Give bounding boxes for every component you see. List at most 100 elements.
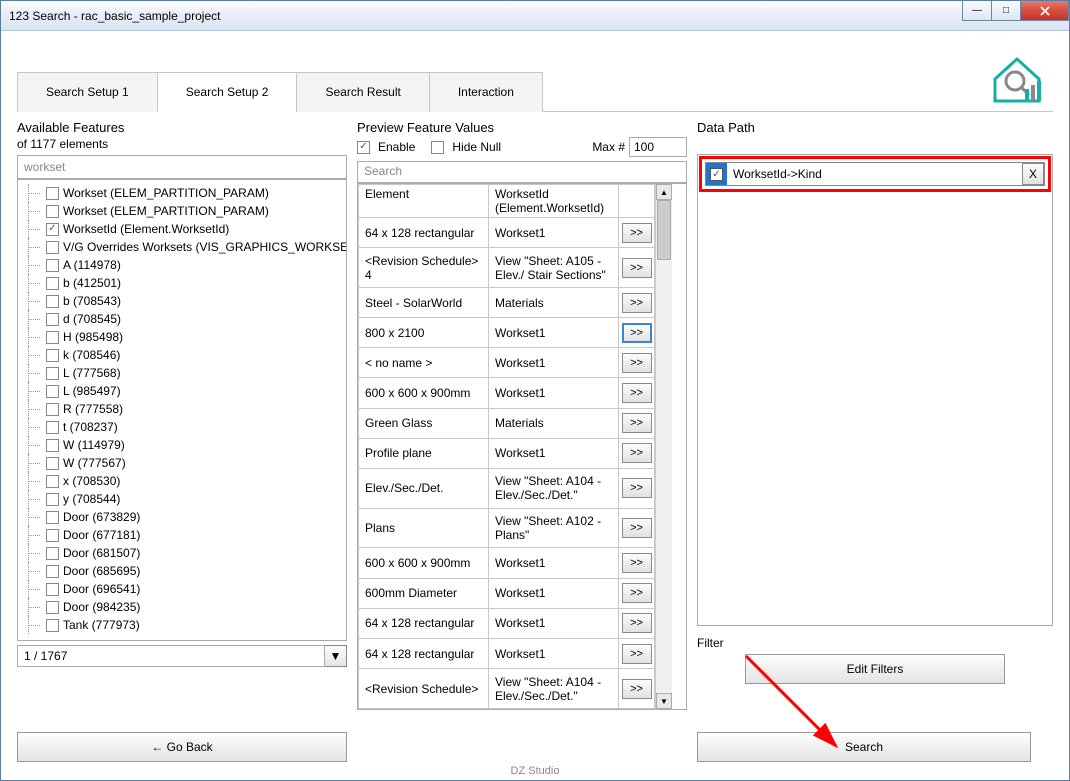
expand-button[interactable]: >>: [622, 413, 652, 433]
tree-item[interactable]: Tank (777973): [18, 616, 347, 634]
expand-button[interactable]: >>: [622, 258, 652, 278]
preview-scrollbar[interactable]: ▲ ▼: [655, 184, 672, 709]
tab-search-result[interactable]: Search Result: [296, 72, 429, 112]
tree-item[interactable]: k (708546): [18, 346, 347, 364]
expand-button[interactable]: >>: [622, 443, 652, 463]
tree-item[interactable]: b (708543): [18, 292, 347, 310]
minimize-button[interactable]: —: [962, 1, 992, 21]
tree-item[interactable]: t (708237): [18, 418, 347, 436]
expand-button[interactable]: >>: [622, 518, 652, 538]
tree-item[interactable]: y (708544): [18, 490, 347, 508]
expand-button[interactable]: >>: [622, 223, 652, 243]
table-row[interactable]: Green GlassMaterials>>: [359, 408, 655, 438]
expand-button[interactable]: >>: [622, 323, 652, 343]
close-button[interactable]: [1020, 1, 1069, 21]
search-button[interactable]: Search: [697, 732, 1031, 762]
tree-item[interactable]: Door (685695): [18, 562, 347, 580]
tree-checkbox[interactable]: [46, 241, 59, 254]
table-row[interactable]: 600 x 600 x 900mmWorkset1>>: [359, 378, 655, 408]
tree-checkbox[interactable]: [46, 619, 59, 632]
expand-button[interactable]: >>: [622, 553, 652, 573]
table-row[interactable]: 600 x 600 x 900mmWorkset1>>: [359, 548, 655, 578]
tree-item[interactable]: W (777567): [18, 454, 347, 472]
expand-button[interactable]: >>: [622, 353, 652, 373]
table-row[interactable]: Profile planeWorkset1>>: [359, 438, 655, 468]
pager-dropdown[interactable]: ▼: [325, 645, 347, 667]
data-path-remove-button[interactable]: X: [1022, 163, 1044, 185]
tab-search-setup-1[interactable]: Search Setup 1: [17, 72, 158, 112]
hide-null-checkbox[interactable]: Hide Null: [431, 140, 501, 154]
expand-button[interactable]: >>: [622, 583, 652, 603]
expand-button[interactable]: >>: [622, 679, 652, 699]
tree-checkbox[interactable]: [46, 259, 59, 272]
tree-item[interactable]: x (708530): [18, 472, 347, 490]
data-path-row[interactable]: WorksetId->Kind X: [705, 162, 1045, 186]
tree-checkbox[interactable]: [46, 331, 59, 344]
maximize-button[interactable]: □: [991, 1, 1021, 21]
tree-item[interactable]: Door (984235): [18, 598, 347, 616]
tree-checkbox[interactable]: [46, 187, 59, 200]
tab-interaction[interactable]: Interaction: [429, 72, 543, 112]
table-row[interactable]: <Revision Schedule> 4View "Sheet: A105 -…: [359, 248, 655, 288]
tree-checkbox[interactable]: [46, 205, 59, 218]
table-row[interactable]: < no name >Workset1>>: [359, 348, 655, 378]
tree-item[interactable]: L (985497): [18, 382, 347, 400]
enable-checkbox[interactable]: Enable: [357, 140, 415, 154]
expand-button[interactable]: >>: [622, 383, 652, 403]
expand-button[interactable]: >>: [622, 293, 652, 313]
expand-button[interactable]: >>: [622, 613, 652, 633]
tree-checkbox[interactable]: [46, 223, 59, 236]
table-row[interactable]: <Revision Schedule>View "Sheet: A104 - E…: [359, 669, 655, 709]
tree-checkbox[interactable]: [46, 385, 59, 398]
table-row[interactable]: 64 x 128 rectangularWorkset1>>: [359, 608, 655, 638]
feature-tree[interactable]: Workset (ELEM_PARTITION_PARAM)Workset (E…: [17, 179, 347, 641]
table-row[interactable]: Elev./Sec./Det.View "Sheet: A104 - Elev.…: [359, 468, 655, 508]
table-row[interactable]: PlansView "Sheet: A102 - Plans">>: [359, 508, 655, 548]
table-row[interactable]: 64 x 128 rectangularWorkset1>>: [359, 218, 655, 248]
tree-item[interactable]: d (708545): [18, 310, 347, 328]
tree-item[interactable]: H (985498): [18, 328, 347, 346]
tree-checkbox[interactable]: [46, 313, 59, 326]
preview-search-input[interactable]: Search: [357, 161, 687, 183]
tree-checkbox[interactable]: [46, 439, 59, 452]
tree-item[interactable]: Door (673829): [18, 508, 347, 526]
tree-item[interactable]: Door (677181): [18, 526, 347, 544]
table-row[interactable]: 64 x 128 rectangularWorkset1>>: [359, 638, 655, 668]
tree-item[interactable]: W (114979): [18, 436, 347, 454]
tree-checkbox[interactable]: [46, 547, 59, 560]
tree-checkbox[interactable]: [46, 421, 59, 434]
tree-checkbox[interactable]: [46, 349, 59, 362]
tree-checkbox[interactable]: [46, 529, 59, 542]
expand-button[interactable]: >>: [622, 644, 652, 664]
max-input[interactable]: [629, 137, 687, 157]
tree-item[interactable]: L (777568): [18, 364, 347, 382]
tree-checkbox[interactable]: [46, 277, 59, 290]
tree-item[interactable]: Workset (ELEM_PARTITION_PARAM): [18, 184, 347, 202]
table-row[interactable]: 600mm DiameterWorkset1>>: [359, 578, 655, 608]
tree-item[interactable]: Door (696541): [18, 580, 347, 598]
table-row[interactable]: 800 x 2100Workset1>>: [359, 318, 655, 348]
tab-search-setup-2[interactable]: Search Setup 2: [157, 72, 298, 112]
tree-item[interactable]: A (114978): [18, 256, 347, 274]
tree-checkbox[interactable]: [46, 403, 59, 416]
tree-item[interactable]: b (412501): [18, 274, 347, 292]
tree-checkbox[interactable]: [46, 511, 59, 524]
tree-checkbox[interactable]: [46, 295, 59, 308]
col-worksetid[interactable]: WorksetId(Element.WorksetId): [489, 185, 619, 218]
data-path-checkbox[interactable]: [710, 168, 723, 181]
tree-item[interactable]: Workset (ELEM_PARTITION_PARAM): [18, 202, 347, 220]
tree-checkbox[interactable]: [46, 475, 59, 488]
col-element[interactable]: Element: [359, 185, 489, 218]
tree-checkbox[interactable]: [46, 601, 59, 614]
tree-checkbox[interactable]: [46, 367, 59, 380]
edit-filters-button[interactable]: Edit Filters: [745, 654, 1005, 684]
tree-item[interactable]: V/G Overrides Worksets (VIS_GRAPHICS_WOR…: [18, 238, 347, 256]
expand-button[interactable]: >>: [622, 478, 652, 498]
tree-item[interactable]: WorksetId (Element.WorksetId): [18, 220, 347, 238]
tree-item[interactable]: R (777558): [18, 400, 347, 418]
tree-checkbox[interactable]: [46, 583, 59, 596]
tree-item[interactable]: Door (681507): [18, 544, 347, 562]
tree-checkbox[interactable]: [46, 565, 59, 578]
go-back-button[interactable]: ← Go Back: [17, 732, 347, 762]
tree-checkbox[interactable]: [46, 493, 59, 506]
